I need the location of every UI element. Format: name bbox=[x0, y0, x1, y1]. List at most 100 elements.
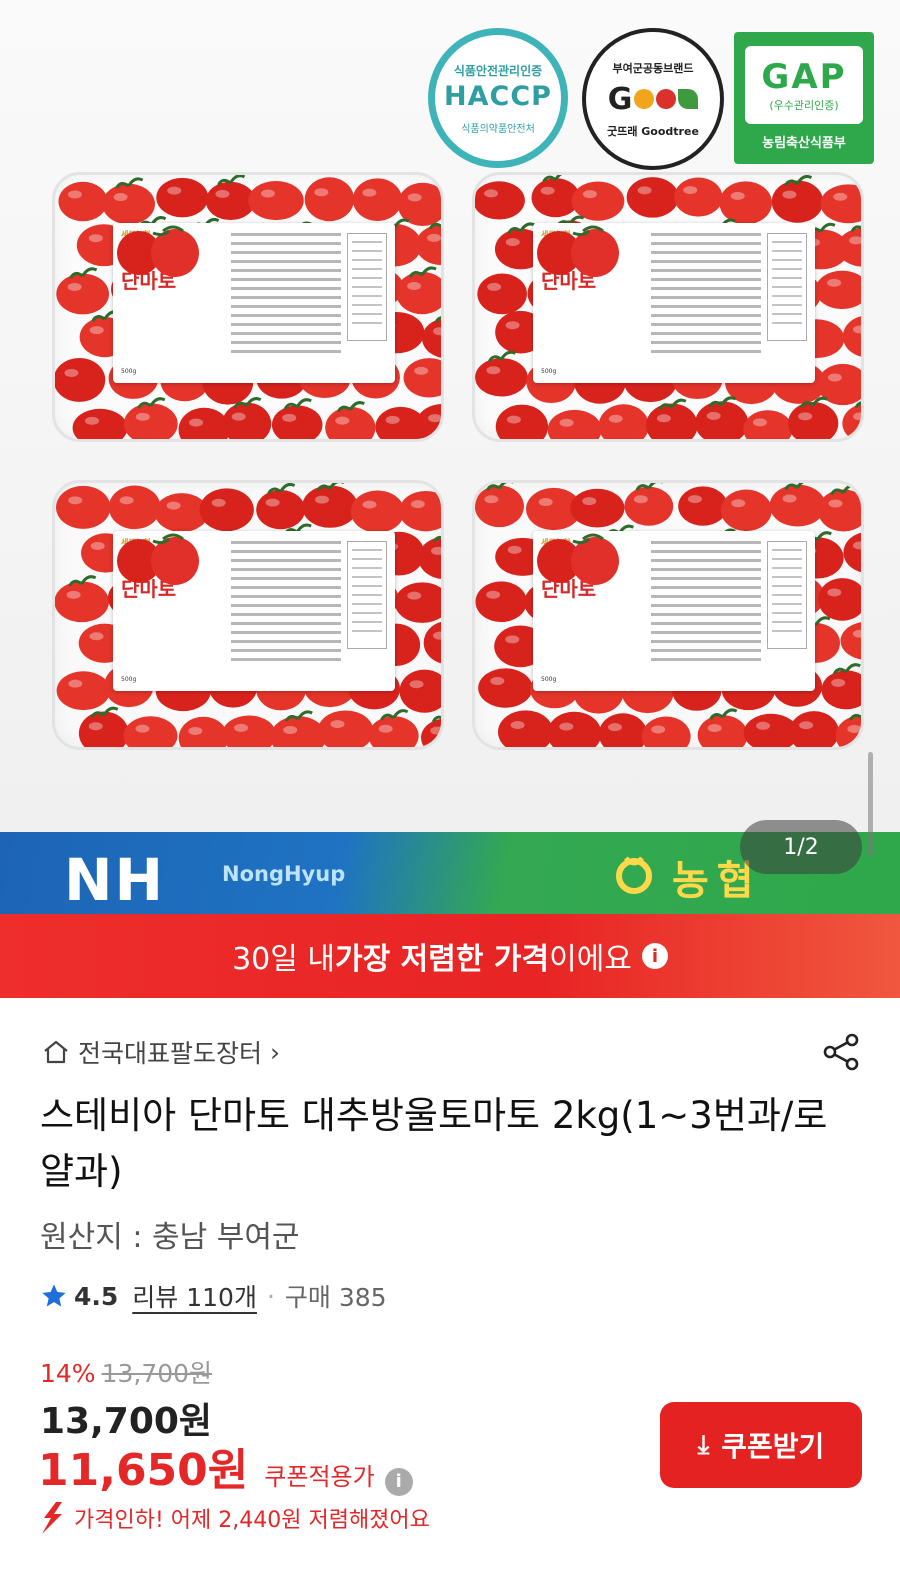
tomato-shine bbox=[215, 189, 230, 198]
tomato-shine bbox=[731, 499, 746, 508]
label-tomato-icon bbox=[117, 533, 199, 585]
tomato-shine bbox=[487, 282, 502, 291]
package-label: 세도농협스테비아단마토500g bbox=[113, 223, 395, 383]
tomato bbox=[123, 716, 178, 747]
goodtree-badge-bottom: 굿뜨래 Goodtree bbox=[607, 124, 699, 138]
tomato bbox=[72, 408, 128, 439]
nutrition-table bbox=[347, 233, 387, 341]
tomato bbox=[418, 536, 441, 580]
rating-row: 4.5 리뷰 110개 · 구매 385 bbox=[40, 1278, 387, 1314]
tomato bbox=[547, 711, 602, 747]
tomato-shine bbox=[510, 721, 525, 730]
tomato-shine bbox=[559, 722, 574, 731]
tomato bbox=[270, 716, 326, 747]
tomato bbox=[350, 490, 405, 533]
label-tomato-icon bbox=[117, 225, 199, 277]
lowest-price-banner[interactable]: 30일 내 가장 저렴한 가격 이에요 i bbox=[0, 914, 900, 998]
tomato bbox=[769, 484, 826, 527]
tomato bbox=[271, 405, 323, 439]
label-weight: 500g bbox=[541, 676, 557, 683]
label-info-text bbox=[651, 541, 761, 667]
tomato-shine bbox=[608, 414, 623, 423]
info-icon[interactable]: i bbox=[641, 943, 668, 969]
tomato-shine bbox=[799, 721, 814, 730]
tomato-shine bbox=[559, 418, 574, 427]
tomato-shine bbox=[335, 416, 350, 425]
tomato bbox=[399, 669, 441, 713]
tomato bbox=[205, 181, 256, 221]
tomato bbox=[624, 486, 674, 526]
tomato-shine bbox=[484, 495, 499, 504]
tomato bbox=[598, 404, 649, 439]
tomato-shine bbox=[656, 414, 671, 423]
tomato bbox=[674, 177, 723, 217]
tomato bbox=[641, 716, 691, 747]
tomato-shine bbox=[330, 720, 345, 729]
tomato-shine bbox=[167, 186, 182, 195]
tomato bbox=[646, 403, 698, 439]
tomato bbox=[317, 710, 374, 747]
gap-badge-main: GAP bbox=[761, 56, 847, 97]
store-name: 전국대표팔도장터 bbox=[78, 1039, 263, 1068]
tomato-shine bbox=[637, 186, 652, 195]
tomato-shine bbox=[231, 412, 246, 421]
nh-logo: NH bbox=[64, 846, 166, 914]
tomato bbox=[475, 485, 524, 528]
tomato bbox=[477, 273, 527, 315]
label-info-text bbox=[651, 233, 761, 359]
product-image[interactable]: 식품안전관리인증 HACCP 식품의약품안전처 부여군공동브랜드 G 굿뜨래 G… bbox=[0, 0, 900, 915]
get-coupon-button[interactable]: ⤓ 쿠폰받기 bbox=[660, 1402, 862, 1488]
image-pager: 1/2 bbox=[740, 820, 862, 874]
red-dot-icon bbox=[656, 89, 677, 109]
tomato-shine bbox=[756, 721, 771, 730]
tomato bbox=[156, 177, 209, 218]
tomato bbox=[478, 668, 533, 708]
chevron-right-icon: › bbox=[270, 1037, 281, 1067]
coupon-price-label: 쿠폰적용가 bbox=[264, 1463, 375, 1491]
review-link[interactable]: 리뷰 110개 bbox=[132, 1278, 257, 1314]
tomato bbox=[743, 410, 793, 439]
nutrition-table bbox=[767, 541, 807, 649]
tomato bbox=[415, 403, 441, 439]
haccp-badge-bottom: 식품의약품안전처 bbox=[461, 123, 535, 135]
tomato bbox=[304, 177, 355, 222]
tomato-shine bbox=[427, 233, 441, 242]
tomato-shine bbox=[407, 193, 422, 202]
tomato bbox=[178, 407, 230, 439]
tomato-shine bbox=[730, 191, 745, 200]
label-tomato-icon bbox=[537, 225, 619, 277]
share-icon[interactable] bbox=[820, 1030, 864, 1074]
tomato-shine bbox=[505, 238, 520, 247]
tomato bbox=[394, 582, 441, 623]
label-weight: 500g bbox=[121, 368, 137, 375]
tomato-shine bbox=[385, 415, 400, 424]
tomato-shine bbox=[683, 186, 698, 195]
tomato bbox=[571, 181, 625, 221]
discount-rate: 14% bbox=[40, 1359, 96, 1388]
download-icon: ⤓ bbox=[697, 1429, 710, 1460]
coupon-info-icon[interactable]: i bbox=[384, 1467, 413, 1496]
tomato-shine bbox=[407, 591, 422, 600]
tomato bbox=[818, 578, 861, 621]
tomato bbox=[56, 671, 111, 711]
tomato bbox=[820, 184, 861, 224]
store-link[interactable]: 전국대표팔도장터 › bbox=[42, 1034, 280, 1070]
tomato bbox=[771, 180, 824, 223]
tomato-shine bbox=[362, 500, 377, 509]
tomato bbox=[475, 181, 525, 220]
tomato-shine bbox=[540, 186, 555, 195]
tomato bbox=[719, 181, 772, 225]
goodtree-letter: G bbox=[607, 81, 633, 117]
price-drop-notice: 가격인하! 어제 2,440원 저렴해졌어요 bbox=[36, 1500, 430, 1536]
home-icon bbox=[44, 1040, 68, 1064]
tomato-shine bbox=[67, 190, 82, 199]
price-down-arrow-icon bbox=[42, 1502, 62, 1534]
scrollbar[interactable] bbox=[868, 752, 873, 856]
tomato bbox=[497, 710, 554, 747]
package-label: 세도농협스테비아단마토500g bbox=[113, 531, 395, 691]
tomato-pack: 세도농협스테비아단마토500g bbox=[52, 480, 444, 750]
tomato-shine bbox=[314, 495, 329, 504]
label-tomato-icon bbox=[537, 533, 619, 585]
product-origin: 원산지 : 충남 부여군 bbox=[40, 1220, 300, 1255]
tomato bbox=[403, 358, 441, 398]
